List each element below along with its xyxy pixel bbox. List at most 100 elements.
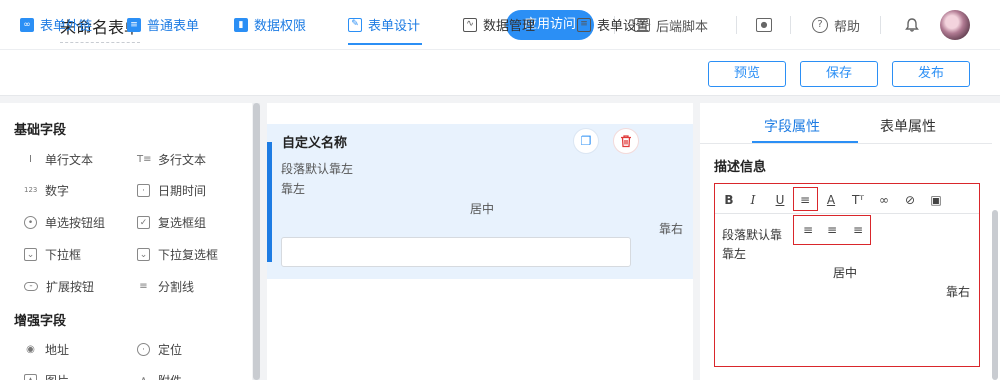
backend-script-label: 后端脚本 bbox=[656, 19, 709, 35]
copy-field-button[interactable]: ❐ bbox=[573, 128, 599, 154]
tab-form-properties[interactable]: 表单属性 bbox=[880, 116, 936, 136]
palette-scrollbar[interactable] bbox=[253, 103, 260, 380]
field-address[interactable]: ◉ 地址 bbox=[24, 341, 69, 358]
field-multi-line-text[interactable]: T≡ 多行文本 bbox=[137, 151, 206, 168]
divider bbox=[880, 16, 881, 34]
preview-button[interactable]: 预览 bbox=[708, 61, 786, 87]
italic-icon[interactable]: I bbox=[745, 192, 761, 208]
canvas-desc-left: 靠左 bbox=[281, 182, 306, 196]
field-checkbox-group[interactable]: ✓ 复选框组 bbox=[137, 214, 206, 231]
radio-icon: • bbox=[24, 216, 37, 229]
field-label: 下拉框 bbox=[45, 248, 82, 262]
basic-fields-title: 基础字段 bbox=[14, 123, 67, 138]
nav-label: 普通表单 bbox=[147, 19, 200, 34]
contacts-button[interactable]: ● bbox=[756, 15, 772, 35]
field-title: 自定义名称 bbox=[282, 136, 348, 151]
locate-icon: · bbox=[137, 343, 150, 356]
field-image[interactable]: ▲ 图片 bbox=[24, 372, 69, 380]
divider bbox=[736, 16, 737, 34]
help-button[interactable]: ? 帮助 bbox=[812, 15, 860, 35]
notifications-button[interactable] bbox=[904, 15, 920, 35]
settings-doc-icon: ≡ bbox=[577, 17, 591, 32]
field-label: 下拉复选框 bbox=[158, 248, 219, 262]
link-icon: ∞ bbox=[20, 17, 34, 32]
font-size-icon[interactable]: Tᵀ bbox=[850, 192, 866, 208]
field-label: 复选框组 bbox=[158, 216, 207, 230]
enhanced-fields-title: 增强字段 bbox=[14, 314, 67, 329]
nav-label: 表单设计 bbox=[368, 19, 421, 34]
align-left-option-icon[interactable]: ≡ bbox=[800, 222, 816, 238]
nav-label: 表单外链 bbox=[40, 19, 93, 34]
nav-label: 数据管理 bbox=[483, 19, 536, 34]
field-location[interactable]: · 定位 bbox=[137, 341, 182, 358]
field-dropdown-checkbox[interactable]: ⌄ 下拉复选框 bbox=[137, 246, 218, 263]
attachment-icon: ∧ bbox=[137, 374, 150, 380]
align-right-option-icon[interactable]: ≡ bbox=[850, 222, 866, 238]
nav-normal-form[interactable]: ≡ 普通表单 bbox=[127, 15, 199, 34]
field-number[interactable]: 123 数字 bbox=[24, 182, 69, 199]
editor-paragraph: 段落默认靠 bbox=[722, 228, 783, 242]
button-icon: - bbox=[24, 282, 38, 291]
field-radio-group[interactable]: • 单选按钮组 bbox=[24, 214, 105, 231]
editor-center-text: 居中 bbox=[833, 266, 858, 280]
dropdown-checkbox-icon: ⌄ bbox=[137, 248, 150, 261]
tab-field-properties[interactable]: 字段属性 bbox=[764, 116, 820, 136]
field-datetime[interactable]: · 日期时间 bbox=[137, 182, 206, 199]
bell-icon bbox=[905, 18, 919, 32]
field-dropdown[interactable]: ⌄ 下拉框 bbox=[24, 246, 81, 263]
bold-icon[interactable]: B bbox=[721, 192, 737, 208]
align-center-option-icon[interactable]: ≡ bbox=[824, 222, 840, 238]
divider-icon: ≡ bbox=[139, 281, 148, 292]
properties-scrollbar[interactable] bbox=[992, 210, 998, 380]
copy-icon: ❐ bbox=[580, 134, 592, 148]
nav-label: 数据权限 bbox=[254, 19, 307, 34]
field-divider[interactable]: ≡ 分割线 bbox=[137, 278, 194, 295]
editor-right-text: 靠右 bbox=[946, 285, 971, 299]
description-label: 描述信息 bbox=[714, 160, 767, 175]
field-label: 分割线 bbox=[158, 280, 195, 294]
text-cursor-icon: I bbox=[29, 154, 32, 165]
contact-card-icon: ● bbox=[756, 18, 772, 32]
nav-data-permission[interactable]: ▮ 数据权限 bbox=[234, 15, 306, 34]
bar-chart-icon: ▮ bbox=[234, 17, 248, 32]
image-icon: ▲ bbox=[24, 374, 37, 380]
field-palette bbox=[0, 103, 252, 380]
field-label: 扩展按钮 bbox=[46, 280, 95, 294]
field-attachment[interactable]: ∧ 附件 bbox=[137, 372, 182, 380]
field-label: 单行文本 bbox=[45, 153, 94, 167]
dropdown-icon: ⌄ bbox=[24, 248, 37, 261]
underline-icon[interactable]: U bbox=[772, 192, 788, 208]
nav-form-settings[interactable]: ≡ 表单设置 bbox=[577, 15, 649, 34]
nav-form-external-link[interactable]: ∞ 表单外链 bbox=[20, 15, 92, 34]
avatar[interactable] bbox=[940, 10, 970, 40]
field-preview-input[interactable] bbox=[281, 237, 631, 267]
nav-data-management[interactable]: ∿ 数据管理 bbox=[463, 15, 535, 34]
nav-label: 表单设置 bbox=[597, 19, 650, 34]
field-label: 定位 bbox=[158, 343, 183, 357]
trash-icon bbox=[621, 135, 631, 148]
unlink-icon[interactable]: ⊘ bbox=[902, 192, 918, 208]
field-single-line-text[interactable]: I 单行文本 bbox=[24, 151, 93, 168]
field-extend-button[interactable]: - 扩展按钮 bbox=[24, 278, 94, 295]
image-icon[interactable]: ▣ bbox=[928, 192, 944, 208]
nav-form-design[interactable]: ✎ 表单设计 bbox=[348, 15, 420, 34]
field-label: 数字 bbox=[45, 184, 70, 198]
field-label: 附件 bbox=[158, 372, 182, 380]
field-label: 单选按钮组 bbox=[45, 216, 106, 230]
form-icon: ≡ bbox=[127, 17, 141, 32]
help-icon: ? bbox=[812, 17, 828, 33]
field-label: 多行文本 bbox=[158, 153, 207, 167]
canvas-desc-right: 靠右 bbox=[659, 222, 684, 236]
align-left-icon[interactable]: ≡ bbox=[797, 192, 813, 208]
publish-button[interactable]: 发布 bbox=[892, 61, 970, 87]
delete-field-button[interactable] bbox=[613, 128, 639, 154]
calendar-icon: · bbox=[137, 184, 150, 197]
field-label: 日期时间 bbox=[158, 184, 207, 198]
canvas-desc-center: 居中 bbox=[470, 202, 495, 216]
link-icon[interactable]: ∞ bbox=[876, 192, 892, 208]
divider bbox=[790, 16, 791, 34]
save-button[interactable]: 保存 bbox=[800, 61, 878, 87]
canvas-desc-paragraph: 段落默认靠左 bbox=[281, 162, 354, 176]
help-label: 帮助 bbox=[834, 19, 861, 35]
font-color-icon[interactable]: A bbox=[823, 192, 839, 208]
